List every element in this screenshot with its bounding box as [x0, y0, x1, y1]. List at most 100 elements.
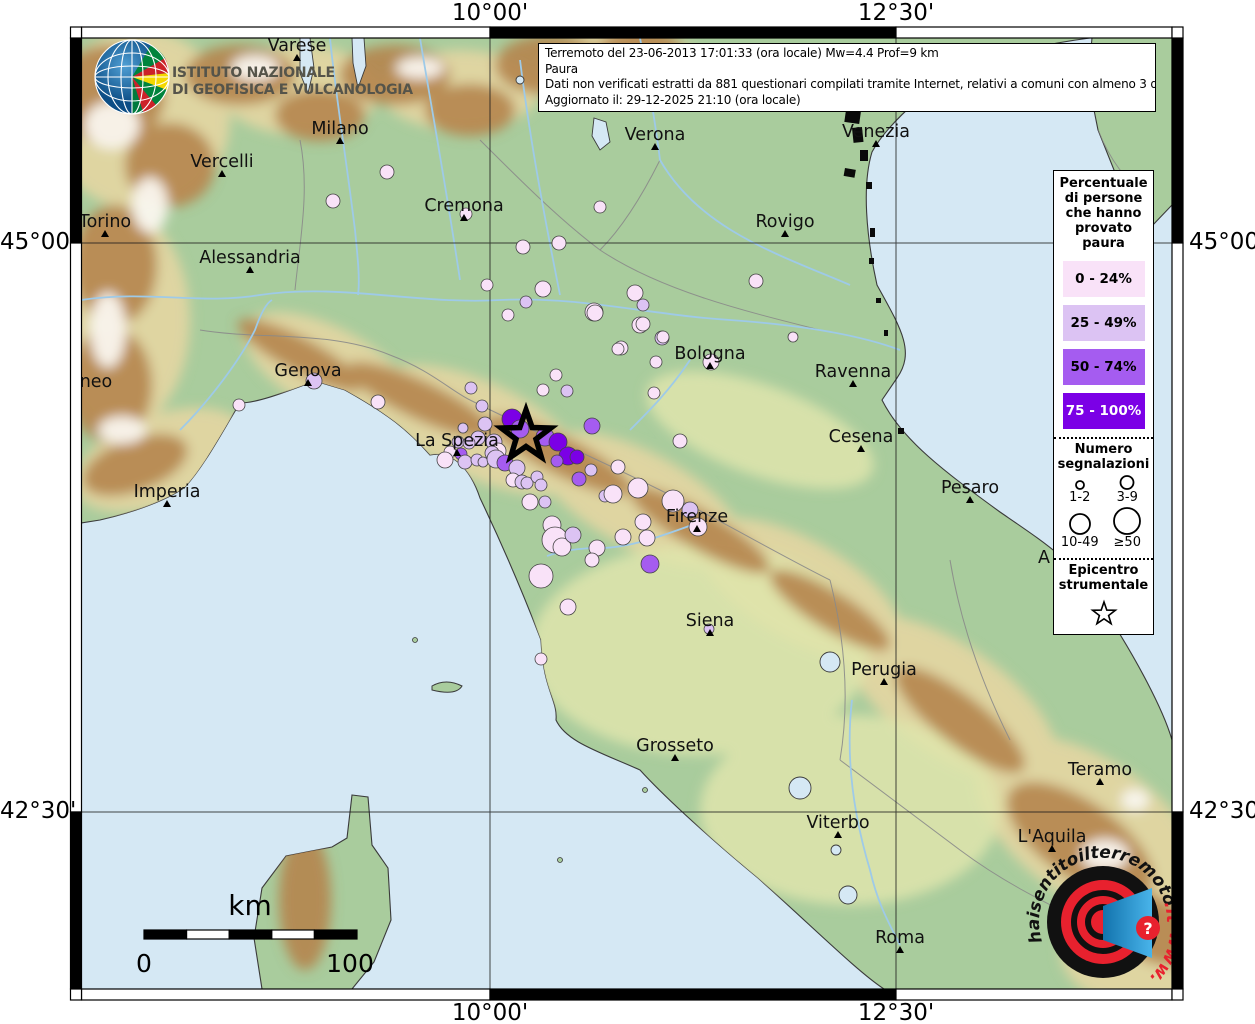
observation-dot	[371, 395, 385, 409]
observation-dot	[637, 299, 649, 311]
observation-dot	[326, 194, 340, 208]
observation-dot	[585, 553, 599, 567]
observation-dot	[615, 529, 631, 545]
observation-dot	[636, 317, 650, 331]
observation-dot	[584, 418, 600, 434]
city-label: Ravenna	[815, 362, 892, 382]
observation-dot	[537, 384, 549, 396]
city-label: Alessandria	[199, 248, 301, 268]
legend-class-swatch: 50 - 74%	[1063, 349, 1145, 385]
legend-size-item: 3-9	[1104, 473, 1152, 505]
scale-unit-label: km	[228, 889, 272, 922]
observation-dot	[648, 387, 660, 399]
city-label: Cremona	[424, 196, 503, 216]
observation-dot	[478, 417, 492, 431]
size-circle-icon	[1105, 505, 1149, 537]
observation-dot	[476, 400, 488, 412]
event-updated: Aggiornato il: 29-12-2025 21:10 (ora loc…	[545, 93, 1150, 109]
legend-panel: Percentuale di persone che hanno provato…	[1053, 170, 1154, 635]
observation-dot	[380, 165, 394, 179]
observation-dot	[587, 305, 603, 321]
observation-dot	[639, 530, 655, 546]
city-label: Vercelli	[190, 152, 253, 172]
city-label: Rovigo	[755, 212, 814, 232]
observation-dot	[550, 369, 562, 381]
observation-dot	[565, 527, 581, 543]
city-label: Imperia	[134, 482, 201, 502]
city-label-partial: A	[1038, 548, 1050, 568]
legend-title: Percentuale di persone che hanno provato…	[1054, 171, 1153, 253]
axis-right-lat2: 42°30'	[1189, 798, 1255, 824]
observation-dot	[594, 201, 606, 213]
axis-left-lat1: 45°00'	[0, 229, 66, 255]
scale-max-label: 100	[326, 949, 374, 978]
observation-dot	[627, 285, 643, 301]
observation-dot	[628, 478, 648, 498]
observation-dot	[585, 464, 597, 476]
city-label: Perugia	[851, 660, 917, 680]
city-label: Bologna	[674, 344, 745, 364]
city-label: La Spezia	[415, 431, 499, 451]
axis-top-lon2: 12°30'	[848, 0, 944, 26]
observation-dot	[233, 399, 245, 411]
legend-epicenter-title: Epicentro strumentale	[1054, 560, 1153, 594]
elba-island	[432, 682, 462, 692]
event-metric: Paura	[545, 62, 1150, 78]
small-island	[413, 638, 418, 643]
city-label: Milano	[311, 119, 368, 139]
city-label: Viterbo	[806, 813, 869, 833]
epicenter-legend-star-icon	[1087, 598, 1121, 630]
observation-dot	[481, 279, 493, 291]
city-label: Venezia	[842, 122, 910, 142]
city-label: Cesena	[829, 427, 894, 447]
legend-size-item: 1-2	[1056, 478, 1104, 505]
observation-dot	[612, 343, 624, 355]
observation-dot	[478, 457, 488, 467]
city-label: Pesaro	[941, 478, 999, 498]
scale-min-label: 0	[136, 949, 152, 978]
small-island	[643, 788, 648, 793]
map-page: VareseMilanoVercelliTorinoCremonaVeronaV…	[0, 0, 1255, 1024]
city-label: Verona	[625, 125, 686, 145]
observation-dot	[611, 460, 625, 474]
legend-sizes-title: Numero segnalazioni	[1054, 439, 1153, 473]
city-label: Teramo	[1067, 760, 1132, 780]
size-label: ≥50	[1114, 536, 1141, 550]
observation-dot	[535, 479, 547, 491]
size-label: 10-49	[1061, 536, 1099, 550]
observation-dot	[604, 485, 622, 503]
legend-size-item: ≥50	[1104, 505, 1152, 550]
legend-classes: 0 - 24%25 - 49%50 - 74%75 - 100%	[1054, 261, 1153, 429]
legend-class-swatch: 25 - 49%	[1063, 305, 1145, 341]
city-label: Varese	[268, 36, 327, 56]
legend-sizes: 1-2 3-9 10-49 ≥50	[1054, 473, 1153, 550]
axis-top-lon1: 10°00'	[442, 0, 538, 26]
observation-dot	[635, 514, 651, 530]
city-label: Siena	[686, 611, 735, 631]
observation-dot	[458, 455, 472, 469]
size-label: 1-2	[1069, 491, 1090, 505]
axis-bottom-lon1: 10°00'	[442, 1000, 538, 1024]
city-label: Genova	[274, 361, 341, 381]
ingv-name-line1: ISTITUTO NAZIONALE	[172, 65, 335, 81]
observation-dot	[522, 494, 538, 510]
small-island	[558, 858, 563, 863]
city-label: L'Aquila	[1018, 827, 1087, 847]
observation-dot	[561, 385, 573, 397]
observation-dot	[657, 331, 669, 343]
city-label: Roma	[875, 928, 925, 948]
legend-size-item: 10-49	[1056, 511, 1104, 550]
observation-dot	[535, 281, 551, 297]
observation-dot	[572, 472, 586, 486]
legend-class-swatch: 0 - 24%	[1063, 261, 1145, 297]
event-info-box: Terremoto del 23-06-2013 17:01:33 (ora l…	[538, 43, 1156, 112]
observation-dot	[516, 240, 530, 254]
city-label: Firenze	[666, 507, 728, 527]
observation-dot	[650, 356, 662, 368]
city-label: Grosseto	[636, 736, 714, 756]
size-circle-icon	[1058, 511, 1102, 537]
observation-dot	[641, 555, 659, 573]
observation-dot	[520, 296, 532, 308]
observation-dot	[788, 332, 798, 342]
event-title: Terremoto del 23-06-2013 17:01:33 (ora l…	[545, 46, 1150, 62]
